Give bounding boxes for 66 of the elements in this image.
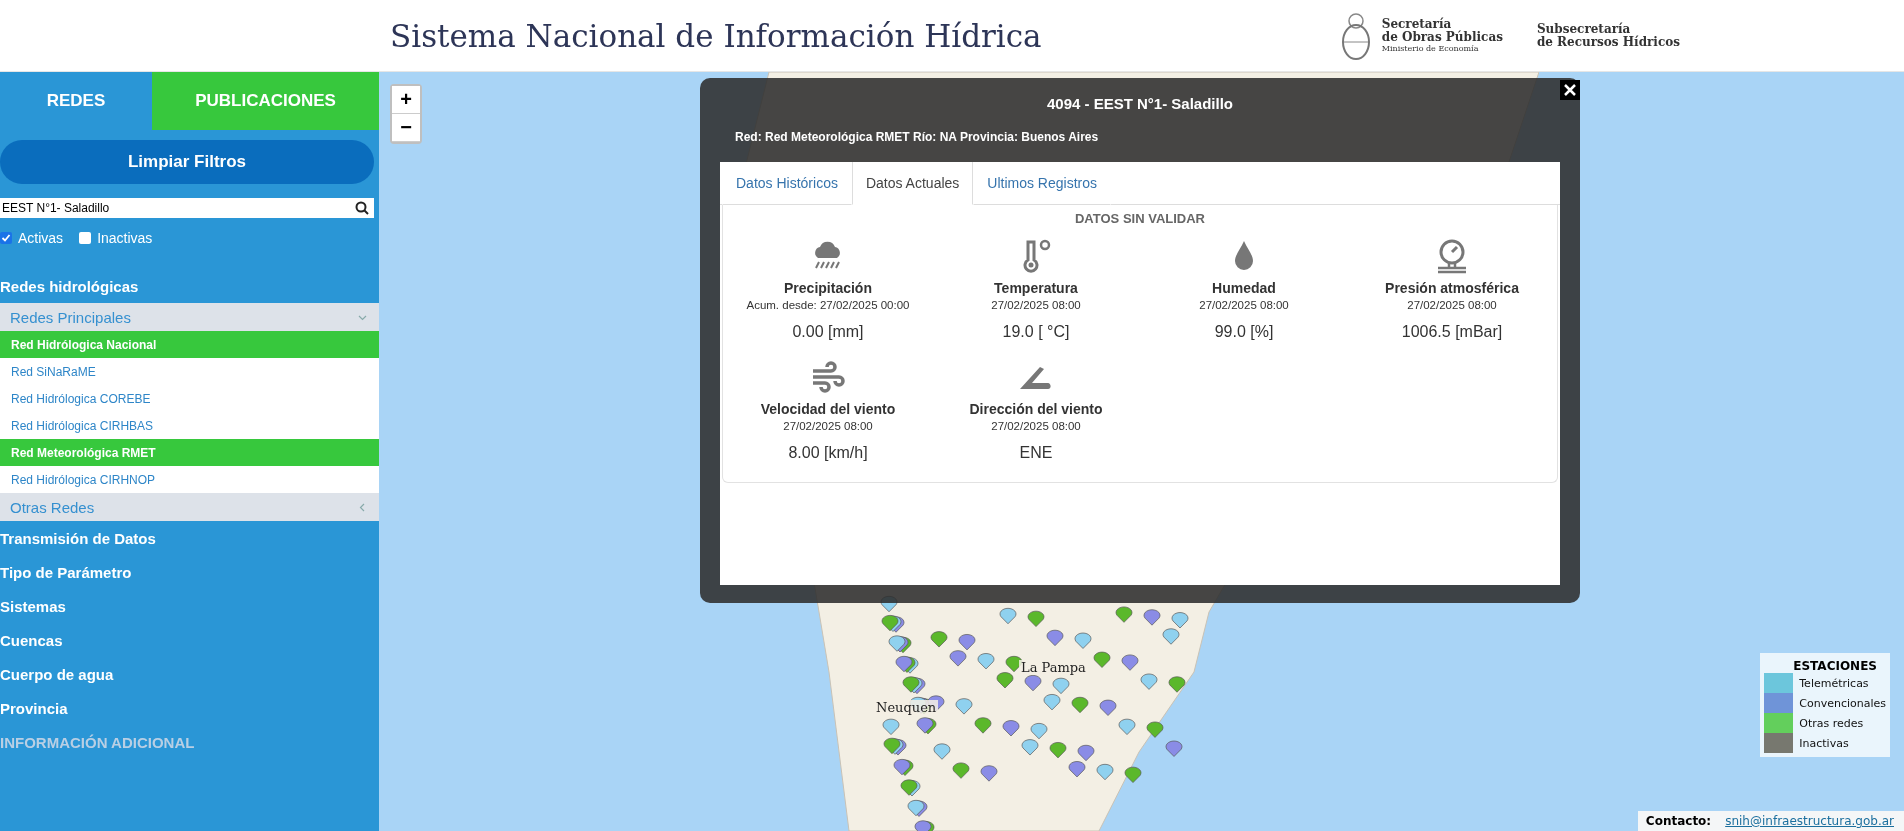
network-item[interactable]: Red Hidrólogica CIRHNOP — [0, 466, 379, 493]
legend-label: Inactivas — [1799, 736, 1849, 750]
reading-value: ENE — [1019, 444, 1053, 462]
search-icon[interactable] — [355, 201, 369, 215]
legend-title: ESTACIONES — [1792, 659, 1878, 673]
reading-date: 27/02/2025 08:00 — [1199, 299, 1289, 311]
data-tab[interactable]: Datos Actuales — [851, 162, 974, 205]
logo-subtext: Ministerio de Economía — [1381, 43, 1480, 54]
reading-value: 8.00 [km/h] — [788, 444, 868, 462]
checkbox[interactable] — [0, 232, 12, 244]
legend-label: Otras redes — [1799, 716, 1864, 730]
logo-text: Secretaría — [1381, 17, 1452, 31]
network-item[interactable]: Red Hidrólogica COREBE — [0, 385, 379, 412]
reading-value: 99.0 [%] — [1214, 323, 1274, 341]
station-title: 4094 - EEST N°1- Saladillo — [1046, 95, 1234, 112]
site-title: Sistema Nacional de Información Hídrica — [390, 17, 1042, 54]
reading-value: 19.0 [ °C] — [1002, 323, 1070, 341]
data-heading: DATOS SIN VALIDAR — [1075, 211, 1205, 226]
filter-menu-item[interactable]: Sistemas — [0, 589, 379, 623]
reading-date: 27/02/2025 08:00 — [991, 299, 1081, 311]
contact-label: Contacto: — [1645, 814, 1712, 828]
legend-label: Convencionales — [1799, 696, 1886, 710]
filter-menu-item[interactable]: Cuencas — [0, 623, 379, 657]
reading-name: Temperatura — [994, 280, 1078, 296]
search-field[interactable]: EEST N°1- Saladillo — [0, 198, 374, 218]
network-item[interactable]: Red Meteorológica RMET — [0, 439, 379, 466]
reading-name: Humedad — [1212, 280, 1276, 296]
sidebar-tab[interactable]: PUBLICACIONES — [152, 72, 379, 130]
chevron-left-icon — [358, 502, 367, 512]
logo-text: de Recursos Hídricos — [1536, 35, 1680, 49]
section-title: Redes hidrológicas — [0, 278, 140, 295]
reading-name: Dirección del viento — [969, 401, 1103, 417]
accordion-header[interactable]: Redes Principales — [0, 303, 379, 331]
reading-name: Precipitación — [784, 280, 872, 296]
filter-menu-item[interactable]: Transmisión de Datos — [0, 521, 379, 555]
logo-text: Subsecretaría — [1536, 22, 1631, 36]
wind-icon — [810, 359, 846, 395]
map-label: La Pampa — [1019, 660, 1088, 675]
reading-value: 1006.5 [mBar] — [1401, 323, 1503, 341]
map-label: Neuquen — [874, 700, 939, 715]
contact-email-link[interactable]: snih@infraestructura.gob.ar — [1725, 814, 1894, 828]
zoom-button[interactable]: + — [392, 86, 420, 114]
reading-date: 27/02/2025 08:00 — [783, 420, 873, 432]
map[interactable] — [379, 72, 1904, 831]
legend-label: Telemétricas — [1799, 676, 1869, 690]
filter-menu-item[interactable]: Cuerpo de agua — [0, 657, 379, 691]
reading-value: 0.00 [mm] — [792, 323, 864, 341]
reading-date: 27/02/2025 08:00 — [991, 420, 1081, 432]
coat-of-arms-icon — [1339, 10, 1372, 61]
checkbox[interactable] — [79, 232, 92, 244]
filter-menu-item[interactable]: Provincia — [0, 691, 379, 725]
reading-date: Acum. desde: 27/02/2025 00:00 — [746, 299, 910, 311]
clear-filters-button[interactable]: Limpiar Filtros — [0, 140, 374, 184]
filter-menu-item[interactable]: INFORMACIÓN ADICIONAL — [0, 725, 379, 759]
checkbox-label: Inactivas — [97, 230, 153, 246]
accordion-header[interactable]: Otras Redes — [0, 493, 379, 521]
reading-name: Presión atmosférica — [1385, 280, 1519, 296]
checkbox-label: Activas — [18, 230, 64, 246]
filter-menu-item[interactable]: Tipo de Parámetro — [0, 555, 379, 589]
network-item[interactable]: Red Hidrólogica CIRHBAS — [0, 412, 379, 439]
logo-text: de Obras Públicas — [1381, 30, 1503, 44]
reading-date: 27/02/2025 08:00 — [1407, 299, 1497, 311]
network-item[interactable]: Red SiNaRaME — [0, 358, 379, 385]
network-item[interactable]: Red Hidrólogica Nacional — [0, 331, 379, 358]
station-info: Red: Red Meteorológica RMET Río: NA Provincia: Buenos Aires — [735, 130, 1099, 144]
reading-name: Velocidad del viento — [760, 401, 896, 417]
